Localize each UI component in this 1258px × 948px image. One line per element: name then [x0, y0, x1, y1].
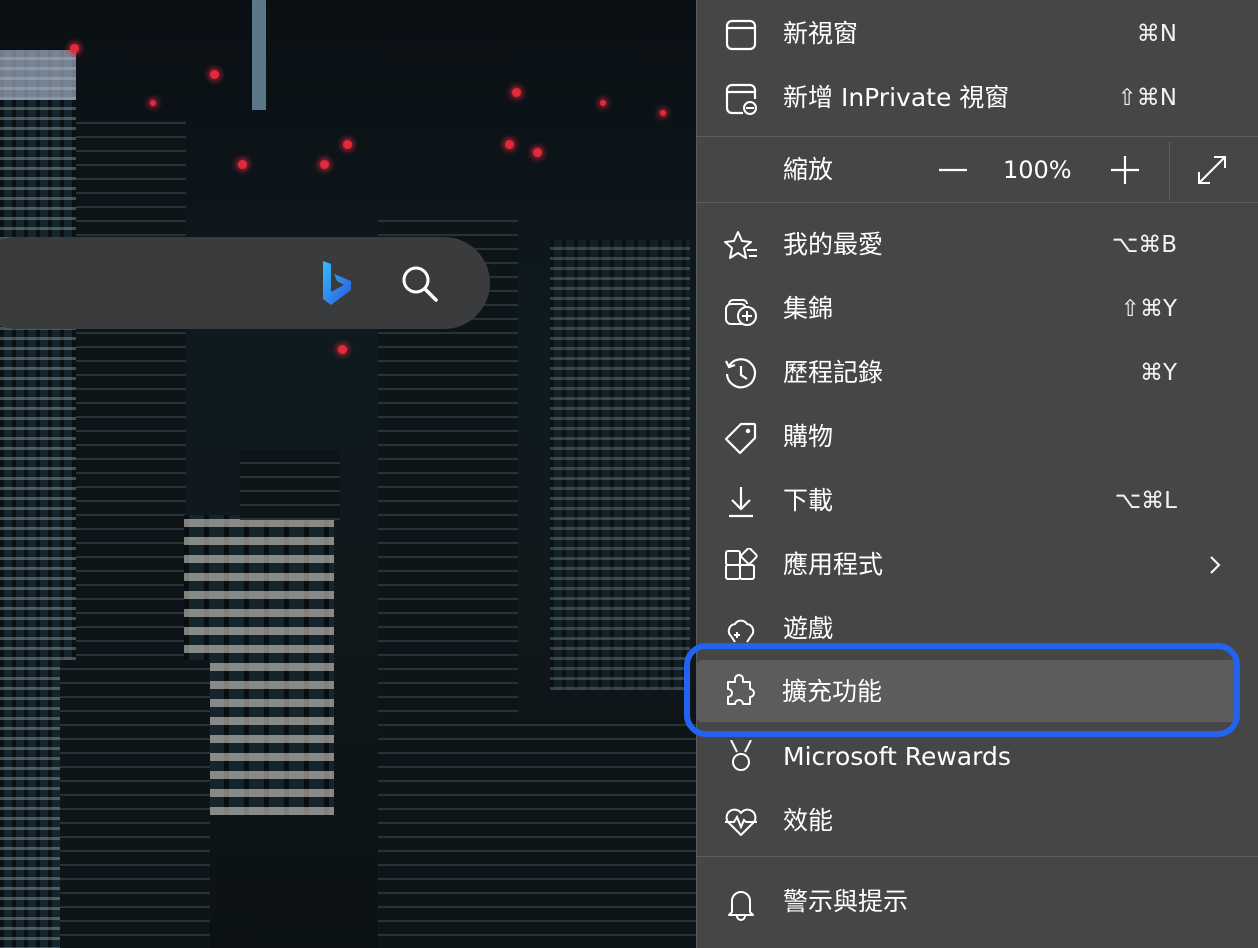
red-light: [70, 44, 79, 53]
zoom-row: 縮放 100%: [697, 138, 1258, 202]
shopping-tag-icon: [724, 422, 757, 455]
menu-item-collections[interactable]: 集錦 ⇧⌘Y: [697, 277, 1258, 341]
building: [60, 660, 210, 948]
menu-item-favorites[interactable]: 我的最愛 ⌥⌘B: [697, 213, 1258, 277]
inprivate-window-icon: [725, 83, 757, 115]
red-light: [320, 160, 329, 169]
menu-item-label: 下載: [783, 486, 834, 515]
red-light: [150, 100, 156, 106]
zoom-value: 100%: [1003, 156, 1072, 184]
building-sign: [0, 50, 76, 100]
red-light: [338, 345, 347, 354]
red-light: [660, 110, 666, 116]
building: [240, 450, 340, 520]
search-icon[interactable]: [400, 264, 440, 304]
menu-item-label: 我的最愛: [783, 230, 884, 259]
building: [410, 720, 696, 948]
red-light: [533, 148, 542, 157]
tower: [252, 0, 266, 110]
keyboard-shortcut: ⌥⌘L: [1114, 488, 1177, 514]
keyboard-shortcut: ⌥⌘B: [1111, 232, 1177, 258]
rewards-medal-icon: [730, 740, 752, 771]
menu-item-label: 集錦: [783, 294, 834, 323]
menu-item-downloads[interactable]: 下載 ⌥⌘L: [697, 469, 1258, 533]
bell-icon: [728, 891, 754, 921]
red-light: [343, 140, 352, 149]
menu-item-apps[interactable]: 應用程式: [697, 533, 1258, 597]
menu-item-shopping[interactable]: 購物: [697, 405, 1258, 469]
browser-settings-menu: 新視窗 ⌘N 新增 InPrivate 視窗 ⇧⌘N 縮放 100% 我的最愛 …: [696, 0, 1258, 948]
keyboard-shortcut: ⌘N: [1136, 21, 1177, 47]
red-light: [505, 140, 514, 149]
plus-icon[interactable]: [1107, 152, 1143, 188]
menu-divider: [697, 856, 1258, 857]
red-light: [210, 70, 219, 79]
background-city-photo: [0, 0, 696, 948]
collections-icon: [725, 299, 757, 326]
fullscreen-icon[interactable]: [1194, 152, 1230, 188]
menu-item-label: 警示與提示: [783, 887, 909, 916]
keyboard-shortcut: ⇧⌘Y: [1120, 296, 1177, 322]
apps-icon: [725, 548, 758, 580]
chevron-right-icon: [1210, 556, 1221, 574]
menu-item-history[interactable]: 歷程記錄 ⌘Y: [697, 341, 1258, 405]
menu-item-label: 效能: [783, 806, 834, 835]
menu-item-performance[interactable]: 效能: [697, 789, 1258, 853]
menu-item-label: 新視窗: [783, 19, 859, 48]
red-light: [512, 88, 521, 97]
building: [550, 240, 690, 690]
menu-item-alerts-and-tips[interactable]: 警示與提示: [697, 870, 1258, 934]
menu-item-label: 應用程式: [783, 550, 884, 579]
window-icon: [725, 19, 757, 51]
menu-item-new-window[interactable]: 新視窗 ⌘N: [697, 2, 1258, 66]
menu-divider: [697, 202, 1258, 203]
search-box[interactable]: [0, 237, 490, 329]
zoom-label: 縮放: [783, 155, 834, 184]
minus-icon[interactable]: [935, 152, 971, 188]
red-light: [238, 160, 247, 169]
keyboard-shortcut: ⇧⌘N: [1117, 85, 1177, 111]
red-light: [600, 100, 606, 106]
history-icon: [725, 358, 757, 389]
menu-item-new-inprivate-window[interactable]: 新增 InPrivate 視窗 ⇧⌘N: [697, 66, 1258, 130]
menu-divider: [697, 136, 1258, 137]
download-icon: [729, 487, 753, 518]
keyboard-shortcut: ⌘Y: [1139, 360, 1177, 386]
menu-item-label: 新增 InPrivate 視窗: [783, 83, 1010, 112]
bing-logo-icon[interactable]: [320, 259, 354, 307]
performance-heart-icon: [725, 808, 757, 836]
focus-highlight-ring: [684, 643, 1240, 737]
menu-item-label: 歷程記錄: [783, 358, 884, 387]
favorites-icon: [724, 231, 757, 259]
zoom-divider: [1169, 142, 1170, 200]
menu-item-label: 購物: [783, 422, 834, 451]
